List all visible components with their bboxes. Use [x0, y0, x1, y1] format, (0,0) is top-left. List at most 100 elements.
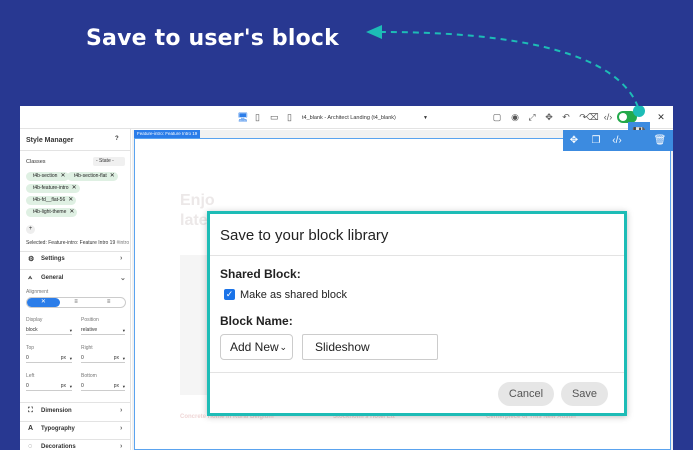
section-decorations[interactable]: ◌ Decorations ›	[20, 441, 131, 450]
position-value: relative	[81, 327, 98, 333]
divider	[20, 150, 131, 151]
undo-icon[interactable]: ↶	[560, 111, 572, 123]
block-mode-select[interactable]: Add New ⌄	[220, 334, 293, 360]
remove-icon[interactable]: ✕	[68, 197, 73, 203]
ghost-heading: Enjo	[180, 192, 215, 209]
top-value: 0	[26, 355, 29, 361]
add-class-button[interactable]: +	[26, 225, 35, 234]
alignment-label: Alignment	[26, 289, 49, 295]
class-tag[interactable]: t4b-light-theme ✕	[26, 208, 78, 217]
selected-info: Selected: Feature-intro: Feature Intro 1…	[26, 240, 129, 246]
square-icon[interactable]: ▢	[491, 111, 503, 123]
unit-label: px	[113, 355, 119, 361]
section-settings[interactable]: ⚙ Settings ›	[20, 253, 131, 267]
left-value: 0	[26, 383, 29, 389]
unit-label: px	[60, 355, 66, 361]
chevron-right-icon: ›	[120, 255, 123, 262]
page-select-value: t4_blank - Architect Landing (t4_blank)	[302, 114, 396, 121]
fullscreen-icon[interactable]: ⤢	[526, 111, 538, 123]
chevron-down-icon: ⌄	[120, 275, 126, 282]
typography-icon: A	[28, 425, 34, 432]
align-left-icon[interactable]: ≡	[60, 298, 93, 307]
class-tag-label: t4b-feature-intro	[33, 185, 69, 191]
class-tag-label: t4b-section	[33, 173, 58, 179]
display-value: block	[26, 327, 38, 333]
move-icon[interactable]: ✥	[543, 111, 555, 123]
chevron-right-icon: ›	[120, 425, 123, 432]
class-tag[interactable]: t4b-section ✕	[26, 172, 69, 181]
chevron-right-icon: ›	[120, 443, 123, 450]
top-label: Top	[26, 345, 35, 351]
top-input[interactable]: 0 px ▾	[26, 354, 72, 363]
bottom-input[interactable]: 0 px ▾	[81, 382, 125, 391]
code-icon[interactable]: ‹/›	[602, 111, 614, 123]
dialog-footer-divider	[210, 372, 624, 373]
chevron-down-icon: ⌄	[279, 342, 287, 352]
headline-caption: Save to user's block	[86, 26, 339, 51]
page-select[interactable]: t4_blank - Architect Landing (t4_blank) …	[302, 111, 428, 124]
class-tag[interactable]: t4b-section-flat ✕	[67, 172, 118, 181]
save-block-dialog: Save to your block library Shared Block:…	[207, 211, 627, 416]
copy-icon[interactable]: ❐	[589, 134, 603, 148]
display-select[interactable]: block ▾	[26, 326, 72, 335]
section-label: Settings	[41, 256, 65, 262]
block-name-input[interactable]: Slideshow	[302, 334, 438, 360]
move-icon[interactable]: ✥	[567, 134, 581, 148]
top-toolbar: 🖥 ▯ ▭ ▯ t4_blank - Architect Landing (t4…	[20, 106, 673, 146]
selected-value: Feature-intro: Feature Intro 19	[48, 240, 116, 246]
close-icon[interactable]: ✕	[655, 111, 667, 123]
brush-icon: ⟑	[28, 274, 33, 281]
frame-toolbar: ✥ ❐ ‹/› 🗑	[563, 130, 673, 151]
clear-icon[interactable]: ⌫	[586, 111, 599, 123]
position-select[interactable]: relative ▾	[81, 326, 125, 335]
select-value: Add New	[230, 340, 279, 354]
align-right-icon[interactable]: ≡	[92, 298, 125, 307]
remove-icon[interactable]: ✕	[69, 209, 74, 215]
dialog-title: Save to your block library	[220, 227, 389, 244]
class-tag[interactable]: t4b-fd__flat-56 ✕	[26, 196, 77, 205]
save-button[interactable]: Save	[561, 382, 608, 406]
divider	[20, 421, 131, 422]
remove-icon[interactable]: ✕	[72, 185, 77, 191]
trash-icon[interactable]: 🗑	[653, 134, 667, 148]
right-value: 0	[81, 355, 84, 361]
divider	[20, 439, 131, 440]
left-input[interactable]: 0 px ▾	[26, 382, 72, 391]
checkbox-label[interactable]: Make as shared block	[240, 289, 347, 301]
class-tag[interactable]: t4b-feature-intro ✕	[26, 184, 80, 193]
align-none-icon[interactable]: ✕	[27, 298, 60, 307]
divider	[20, 402, 131, 403]
desktop-icon[interactable]: 🖥	[237, 112, 249, 123]
cancel-button[interactable]: Cancel	[498, 382, 554, 406]
code-icon[interactable]: ‹/›	[610, 134, 624, 148]
right-label: Right	[81, 345, 93, 351]
frame-badge: Feature-intro: Feature Intro 19	[134, 130, 201, 138]
dialog-header: Save to your block library	[210, 214, 624, 256]
panel-title: Style Manager	[26, 137, 74, 144]
section-typography[interactable]: A Typography ›	[20, 423, 131, 437]
remove-icon[interactable]: ✕	[60, 173, 65, 179]
divider	[20, 269, 131, 270]
section-dimension[interactable]: ⛶ Dimension ›	[20, 405, 131, 419]
shared-block-label: Shared Block:	[220, 267, 301, 281]
class-tag-label: t4b-light-theme	[33, 209, 67, 215]
selected-id: #intro	[116, 240, 130, 246]
right-input[interactable]: 0 px ▾	[81, 354, 125, 363]
state-select[interactable]: - State -	[93, 157, 125, 166]
remove-icon[interactable]: ✕	[110, 173, 115, 179]
ghost-heading: late	[180, 212, 208, 229]
highlight-dot	[633, 106, 645, 117]
display-label: Display	[26, 317, 43, 323]
tablet-icon[interactable]: ▯	[255, 112, 267, 123]
eye-icon[interactable]: ◉	[509, 111, 521, 123]
selected-prefix: Selected:	[26, 240, 47, 246]
section-general[interactable]: ⟑ General ⌄	[20, 272, 131, 286]
shared-block-checkbox[interactable]: ✓	[224, 289, 235, 300]
mobile-icon[interactable]: ▯	[287, 112, 299, 123]
position-label: Position	[81, 317, 99, 323]
tablet-landscape-icon[interactable]: ▭	[270, 112, 282, 123]
style-manager-panel: Style Manager ? Classes - State - t4b-se…	[20, 129, 131, 450]
help-icon[interactable]: ?	[115, 136, 119, 142]
divider	[20, 251, 131, 252]
caret-down-icon: ▾	[122, 384, 125, 389]
